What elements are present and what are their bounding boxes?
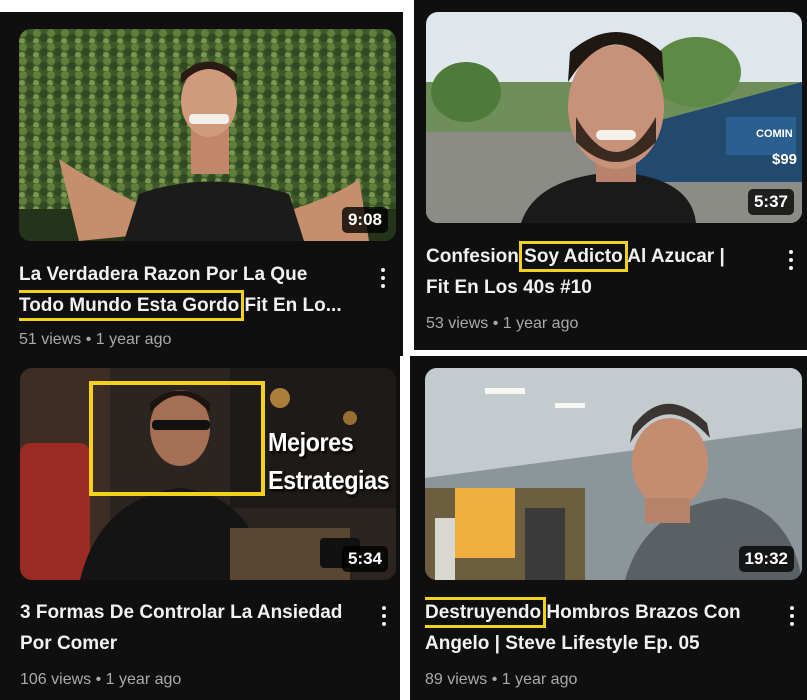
video-title-line-2: Fit En Los 40s #10 (426, 277, 592, 298)
video-duration: 5:34 (341, 546, 388, 572)
video-meta: 106 views • 1 year ago (20, 670, 181, 690)
thumbnail-image-man-smiling-outdoors: COMIN $99 (426, 12, 802, 223)
video-thumbnail[interactable]: 9:08 (19, 29, 396, 241)
video-title-line-1-post: Hombros Brazos Con (541, 602, 741, 623)
video-card-4[interactable]: 19:32 Destruyendo Hombros Brazos Con Ang… (410, 356, 807, 700)
video-title-line-2: Angelo | Steve Lifestyle Ep. 05 (425, 633, 700, 654)
view-count: 53 views (426, 315, 489, 332)
dot (382, 606, 386, 610)
video-title-line-2: Por Comer (20, 633, 118, 654)
video-meta: 53 views • 1 year ago (426, 314, 578, 334)
meta-separator: • (491, 671, 498, 688)
video-title-line-1-post: Al Azucar | (622, 246, 725, 267)
dot (790, 622, 794, 626)
dot (789, 266, 793, 270)
highlight-box-face (89, 381, 265, 496)
video-duration: 5:37 (747, 189, 794, 215)
video-thumbnail[interactable]: Mejores Estrategias 5:34 (20, 368, 396, 580)
more-options-button[interactable] (376, 264, 390, 292)
video-title[interactable]: Destruyendo Hombros Brazos Con Angelo | … (425, 597, 780, 659)
more-options-button[interactable] (784, 246, 798, 274)
dot (382, 622, 386, 626)
screenshot-canvas: 9:08 La Verdadera Razon Por La Que Todo … (0, 0, 807, 700)
video-title-line-1: Confesion Soy Adicto Al Azucar | (426, 241, 781, 272)
video-title-line-1: 3 Formas De Controlar La Ansiedad (20, 602, 343, 623)
video-card-3[interactable]: Mejores Estrategias 5:34 3 Formas De Con… (0, 356, 400, 700)
more-options-button[interactable] (377, 602, 391, 630)
highlighted-phrase: Soy Adicto (519, 241, 628, 272)
view-count: 51 views (19, 331, 82, 348)
video-duration: 19:32 (738, 546, 794, 572)
video-title[interactable]: La Verdadera Razon Por La Que Todo Mundo… (19, 259, 369, 321)
billboard-text-2: $99 (772, 151, 797, 168)
view-count: 106 views (20, 671, 92, 688)
upload-age: 1 year ago (95, 331, 172, 348)
dot (789, 250, 793, 254)
overlay-line-2: Estrategias (268, 465, 390, 495)
video-duration: 9:08 (341, 207, 388, 233)
dot (790, 606, 794, 610)
highlighted-phrase: Todo Mundo Esta Gordo (19, 290, 245, 321)
meta-separator: • (95, 671, 102, 688)
dot (381, 276, 385, 280)
dot (381, 284, 385, 288)
overlay-line-1: Mejores (268, 427, 354, 457)
billboard-text-1: COMIN (756, 128, 793, 140)
video-title[interactable]: 3 Formas De Controlar La Ansiedad Por Co… (20, 597, 370, 659)
thumbnail-overlay-text: Mejores Estrategias (268, 423, 390, 499)
video-meta: 89 views • 1 year ago (425, 670, 577, 690)
more-options-button[interactable] (785, 602, 799, 630)
dot (790, 614, 794, 618)
video-thumbnail[interactable]: COMIN $99 5:37 (426, 12, 802, 223)
video-thumbnail[interactable]: 19:32 (425, 368, 802, 580)
video-card-2[interactable]: COMIN $99 5:37 Confesion Soy Adicto Al A… (414, 0, 807, 350)
thumbnail-image-man-in-front-of-plant-wall (19, 29, 396, 241)
highlighted-phrase: Destruyendo (425, 597, 547, 628)
video-title-line-1: La Verdadera Razon Por La Que (19, 264, 308, 285)
video-title-line-2: Todo Mundo Esta Gordo Fit En Lo... (19, 290, 369, 321)
video-title-line-2-rest: Fit En Lo... (239, 295, 342, 316)
upload-age: 1 year ago (105, 671, 182, 688)
video-title-line-1-pre: Confesion (426, 246, 519, 267)
dot (381, 268, 385, 272)
meta-separator: • (492, 315, 499, 332)
dot (382, 614, 386, 618)
video-title-line-1: Destruyendo Hombros Brazos Con (425, 597, 780, 628)
video-card-1[interactable]: 9:08 La Verdadera Razon Por La Que Todo … (0, 12, 403, 356)
upload-age: 1 year ago (501, 671, 578, 688)
dot (789, 258, 793, 262)
upload-age: 1 year ago (502, 315, 579, 332)
view-count: 89 views (425, 671, 488, 688)
meta-separator: • (85, 331, 92, 348)
video-title[interactable]: Confesion Soy Adicto Al Azucar | Fit En … (426, 241, 781, 303)
video-meta: 51 views • 1 year ago (19, 330, 171, 350)
